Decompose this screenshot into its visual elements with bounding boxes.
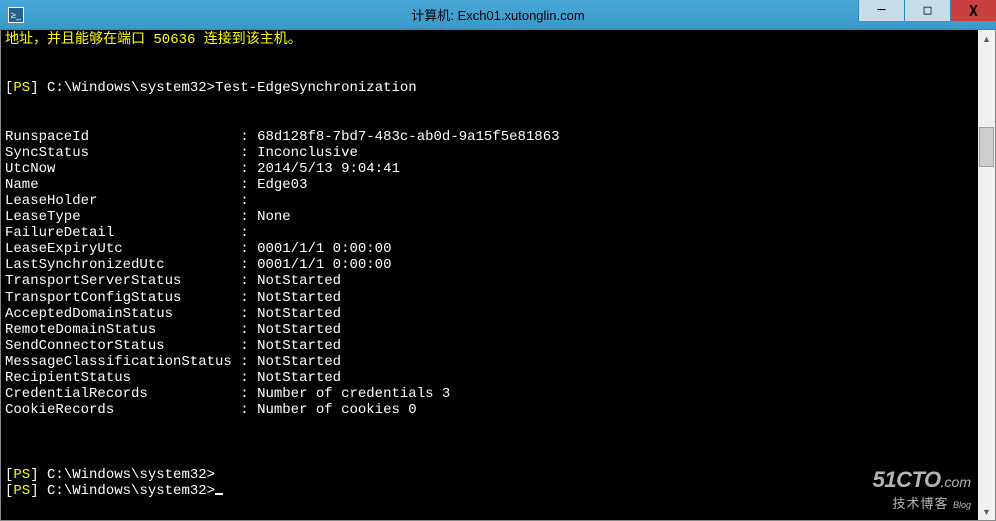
maximize-button[interactable]: □: [904, 0, 950, 21]
prompt-line: [PS] C:\Windows\system32>: [5, 467, 974, 483]
field-key: CookieRecords: [5, 402, 232, 418]
field-value: NotStarted: [257, 306, 341, 322]
output-field: CredentialRecords : Number of credential…: [5, 386, 974, 402]
field-value: Number of cookies 0: [257, 402, 417, 418]
vertical-scrollbar[interactable]: ▲ ▼: [978, 30, 995, 520]
field-key: CredentialRecords: [5, 386, 232, 402]
scroll-up-button[interactable]: ▲: [978, 30, 995, 47]
output-field: RunspaceId : 68d128f8-7bd7-483c-ab0d-9a1…: [5, 129, 974, 145]
output-field: UtcNow : 2014/5/13 9:04:41: [5, 161, 974, 177]
minimize-button[interactable]: ─: [858, 0, 904, 21]
field-key: AcceptedDomainStatus: [5, 306, 232, 322]
cursor: [215, 493, 223, 495]
window-controls: ─ □ X: [858, 0, 996, 29]
field-value: Inconclusive: [257, 145, 358, 161]
field-key: LastSynchronizedUtc: [5, 257, 232, 273]
field-key: SyncStatus: [5, 145, 232, 161]
output-field: Name : Edge03: [5, 177, 974, 193]
window-title: 计算机: Exch01.xutonglin.com: [411, 5, 584, 24]
field-key: SendConnectorStatus: [5, 338, 232, 354]
field-key: TransportConfigStatus: [5, 290, 232, 306]
output-field: SyncStatus : Inconclusive: [5, 145, 974, 161]
field-value: 68d128f8-7bd7-483c-ab0d-9a15f5e81863: [257, 129, 559, 145]
output-field: TransportServerStatus : NotStarted: [5, 273, 974, 289]
field-key: LeaseHolder: [5, 193, 232, 209]
prompt-line-active[interactable]: [PS] C:\Windows\system32>: [5, 483, 974, 499]
output-field: LeaseExpiryUtc : 0001/1/1 0:00:00: [5, 241, 974, 257]
output-field: TransportConfigStatus : NotStarted: [5, 290, 974, 306]
field-value: NotStarted: [257, 273, 341, 289]
application-window: ≥_ 计算机: Exch01.xutonglin.com ─ □ X 地址，并且…: [0, 0, 996, 521]
warning-text: 地址，并且能够在端口 50636 连接到该主机。: [5, 32, 302, 48]
field-value: Number of credentials 3: [257, 386, 450, 402]
field-key: MessageClassificationStatus: [5, 354, 232, 370]
scroll-track[interactable]: [978, 47, 995, 503]
field-key: RemoteDomainStatus: [5, 322, 232, 338]
field-value: 0001/1/1 0:00:00: [257, 241, 391, 257]
close-button[interactable]: X: [950, 0, 996, 21]
content-area: 地址，并且能够在端口 50636 连接到该主机。 [PS] C:\Windows…: [0, 30, 996, 521]
field-key: LeaseExpiryUtc: [5, 241, 232, 257]
field-value: Edge03: [257, 177, 307, 193]
output-field: SendConnectorStatus : NotStarted: [5, 338, 974, 354]
command-text: Test-EdgeSynchronization: [215, 80, 417, 96]
field-key: TransportServerStatus: [5, 273, 232, 289]
output-field: CookieRecords : Number of cookies 0: [5, 402, 974, 418]
field-key: RecipientStatus: [5, 370, 232, 386]
field-value: NotStarted: [257, 370, 341, 386]
output-field: LeaseType : None: [5, 209, 974, 225]
output-field: MessageClassificationStatus : NotStarted: [5, 354, 974, 370]
app-icon: ≥_: [8, 7, 24, 23]
field-value: NotStarted: [257, 338, 341, 354]
field-key: LeaseType: [5, 209, 232, 225]
output-field: RecipientStatus : NotStarted: [5, 370, 974, 386]
prompt-line: [PS] C:\Windows\system32>Test-EdgeSynchr…: [5, 80, 974, 96]
field-value: NotStarted: [257, 354, 341, 370]
field-value: NotStarted: [257, 322, 341, 338]
field-value: None: [257, 209, 291, 225]
field-value: NotStarted: [257, 290, 341, 306]
output-field: AcceptedDomainStatus : NotStarted: [5, 306, 974, 322]
output-field: LastSynchronizedUtc : 0001/1/1 0:00:00: [5, 257, 974, 273]
output-field: LeaseHolder :: [5, 193, 974, 209]
field-key: RunspaceId: [5, 129, 232, 145]
output-field: FailureDetail :: [5, 225, 974, 241]
scroll-thumb[interactable]: [979, 127, 994, 167]
field-key: Name: [5, 177, 232, 193]
output-field: RemoteDomainStatus : NotStarted: [5, 322, 974, 338]
field-value: 0001/1/1 0:00:00: [257, 257, 391, 273]
field-value: 2014/5/13 9:04:41: [257, 161, 400, 177]
titlebar[interactable]: ≥_ 计算机: Exch01.xutonglin.com ─ □ X: [0, 0, 996, 30]
scroll-down-button[interactable]: ▼: [978, 503, 995, 520]
field-key: FailureDetail: [5, 225, 232, 241]
terminal-output[interactable]: 地址，并且能够在端口 50636 连接到该主机。 [PS] C:\Windows…: [1, 30, 978, 520]
field-key: UtcNow: [5, 161, 232, 177]
